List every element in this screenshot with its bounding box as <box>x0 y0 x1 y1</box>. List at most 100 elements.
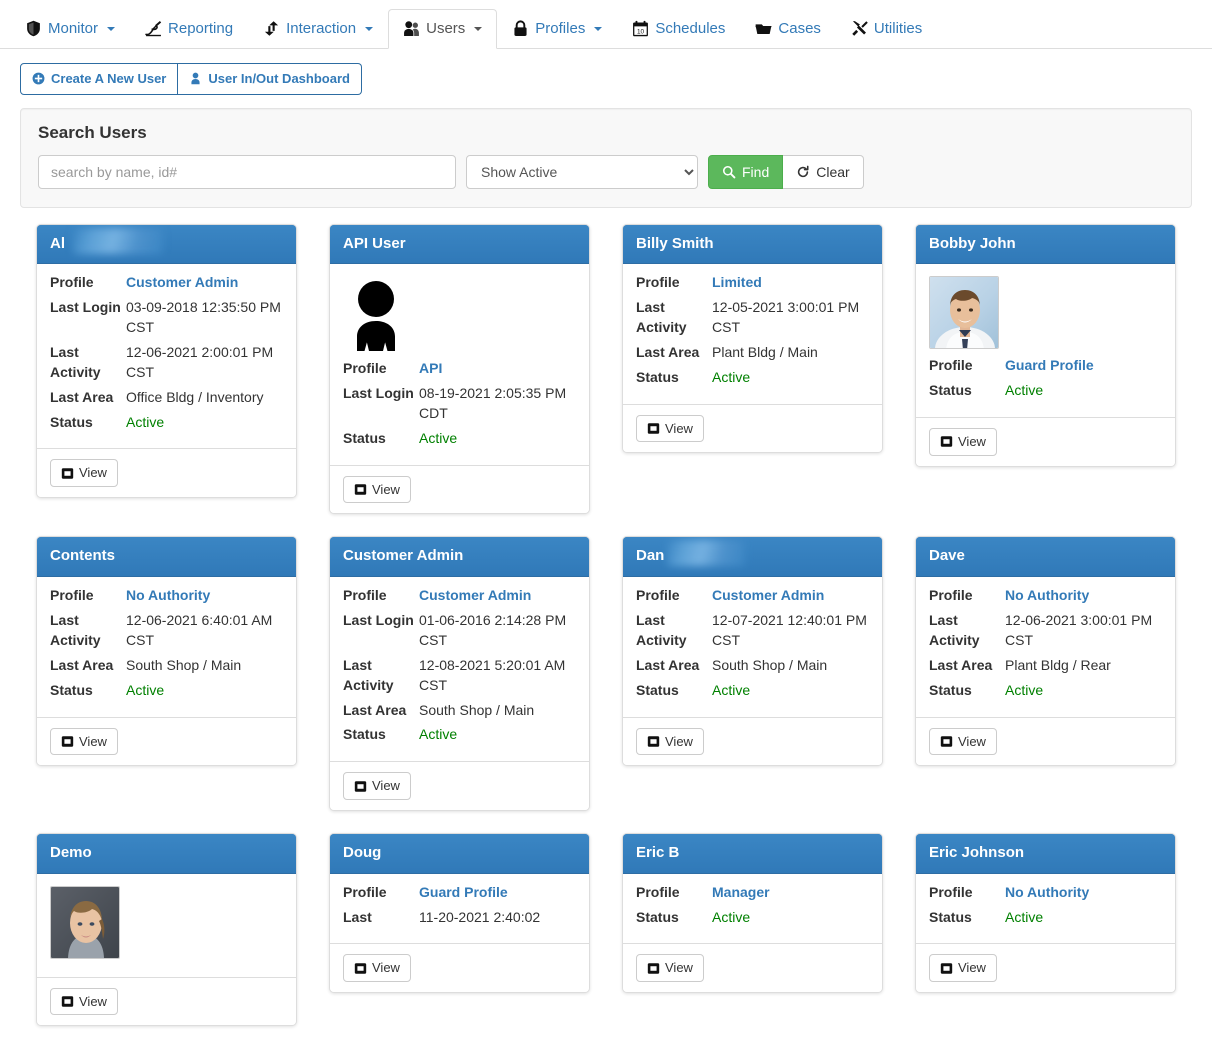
user-detail-label: Status <box>343 726 386 743</box>
search-input[interactable] <box>38 154 456 189</box>
user-card-header: API User <box>330 224 589 265</box>
user-detail-row: Profile API <box>343 359 576 379</box>
user-detail-row: Last Area South Shop / Main <box>343 701 576 721</box>
user-detail-row: Last 11-20-2021 2:40:02 <box>343 908 576 928</box>
nav-tab-reporting[interactable]: Reporting <box>130 9 248 49</box>
user-card: Bobby John Profile Guard Profile Status Acti… <box>915 223 1176 467</box>
view-button[interactable]: View <box>636 727 704 756</box>
view-button[interactable]: View <box>50 459 118 488</box>
view-button[interactable]: View <box>636 414 704 443</box>
user-detail-value: 11-20-2021 2:40:02 <box>419 908 541 925</box>
user-detail-label: Last Area <box>636 343 700 360</box>
user-detail-value: Plant Bldg / Main <box>712 343 818 360</box>
create-new-user-label: Create A New User <box>51 71 167 86</box>
view-button[interactable]: View <box>929 727 997 756</box>
user-detail-row: Last Area South Shop / Main <box>50 656 283 676</box>
user-card-header: Doug <box>330 833 589 874</box>
view-button[interactable]: View <box>50 987 118 1016</box>
profile-link[interactable]: No Authority <box>1005 883 1162 903</box>
find-clear-group: Find Clear <box>708 154 864 189</box>
user-card-body: Profile API Last Login 08-19-2021 2:05:35 P… <box>330 264 589 465</box>
user-detail-value: Office Bldg / Inventory <box>126 388 264 405</box>
user-detail-row: Status Active <box>636 908 869 928</box>
profile-link[interactable]: Customer Admin <box>126 273 283 293</box>
user-card-body: Profile Customer Admin Last Login 01-06-201… <box>330 577 589 761</box>
nav-tab-monitor[interactable]: Monitor <box>10 9 130 49</box>
user-detail-row: Status Active <box>343 725 576 745</box>
user-detail-row: Status Active <box>929 381 1162 401</box>
view-button[interactable]: View <box>343 772 411 800</box>
user-detail-row: Profile No Authority <box>929 586 1162 606</box>
user-detail-row: Status Active <box>636 368 869 388</box>
profile-link[interactable]: No Authority <box>126 586 283 606</box>
refresh-icon <box>796 165 810 179</box>
action-toolbar: Create A New User User In/Out Dashboard <box>0 49 1212 95</box>
profile-link[interactable]: Guard Profile <box>419 883 576 903</box>
view-button[interactable]: View <box>343 954 411 982</box>
user-card-header: Dan <box>623 537 882 578</box>
window-maximize-icon <box>940 435 953 448</box>
status-badge: Active <box>126 681 165 698</box>
user-detail-row: Last Activity 12-06-2021 6:40:01 AM CST <box>50 611 283 651</box>
profile-link[interactable]: Manager <box>712 883 869 903</box>
plus-circle-icon <box>32 72 45 85</box>
user-card: Contents Profile No Authority Last Activity… <box>36 536 297 767</box>
user-detail-label: Last Activity <box>929 612 980 648</box>
profile-link[interactable]: Limited <box>712 273 869 293</box>
view-button-label: View <box>665 420 693 436</box>
user-detail-label: Status <box>929 681 972 698</box>
nav-tab-profiles[interactable]: Profiles <box>497 9 617 49</box>
user-detail-row: Last Area Plant Bldg / Main <box>636 343 869 363</box>
find-button[interactable]: Find <box>708 154 784 189</box>
profile-link[interactable]: Guard Profile <box>1005 356 1162 376</box>
user-card-body: Profile No Authority Last Activity 12-06-20… <box>37 577 296 716</box>
nav-tab-schedules[interactable]: 10 Schedules <box>617 9 740 49</box>
view-button-label: View <box>958 733 986 749</box>
view-button[interactable]: View <box>343 475 411 504</box>
user-card-column: API User Profile API Last Login 08-19-2021 2… <box>313 223 606 537</box>
status-filter-select[interactable]: Show Active <box>466 154 698 189</box>
user-card-header: Dave <box>916 537 1175 578</box>
user-detail-label: Last Login <box>343 612 414 629</box>
clear-button[interactable]: Clear <box>783 154 864 189</box>
profile-link[interactable]: Customer Admin <box>712 586 869 606</box>
user-card: Eric Johnson Profile No Authority Status Act… <box>915 832 1176 993</box>
profile-link[interactable]: No Authority <box>1005 586 1162 606</box>
user-detail-label: Profile <box>929 587 973 604</box>
profile-link[interactable]: Customer Admin <box>419 586 576 606</box>
view-button-label: View <box>665 960 693 976</box>
view-button[interactable]: View <box>929 954 997 982</box>
avatar-placeholder-icon <box>343 279 409 352</box>
window-maximize-icon <box>940 735 953 748</box>
search-icon <box>722 165 736 179</box>
user-detail-row: Status Active <box>50 681 283 701</box>
exchange-icon <box>263 20 280 37</box>
status-badge: Active <box>126 413 165 430</box>
user-detail-label: Profile <box>636 587 680 604</box>
view-button-label: View <box>79 993 107 1009</box>
user-in-out-dashboard-button[interactable]: User In/Out Dashboard <box>178 63 362 95</box>
view-button[interactable]: View <box>636 954 704 982</box>
nav-tab-interaction[interactable]: Interaction <box>248 9 388 49</box>
user-card: Dave Profile No Authority Last Activity 12-0… <box>915 536 1176 767</box>
nav-tab-utilities[interactable]: Utilities <box>836 9 937 49</box>
nav-tab-cases[interactable]: Cases <box>740 9 836 49</box>
nav-tab-label: Profiles <box>535 20 586 37</box>
create-new-user-button[interactable]: Create A New User <box>20 63 179 95</box>
user-card: Doug Profile Guard Profile Last 11-20-2021 2… <box>329 832 590 993</box>
profile-link[interactable]: API <box>419 359 576 379</box>
user-in-out-dashboard-label: User In/Out Dashboard <box>208 71 350 86</box>
calendar-icon: 10 <box>632 20 649 37</box>
chevron-down-icon <box>107 27 116 31</box>
user-card-column: Dave Profile No Authority Last Activity 12-0… <box>899 536 1192 832</box>
user-detail-row: Profile No Authority <box>929 883 1162 903</box>
view-button[interactable]: View <box>50 727 118 756</box>
user-card: API User Profile API Last Login 08-19-2021 2… <box>329 223 590 515</box>
user-card-footer: View <box>37 976 296 1026</box>
user-name: Bobby John <box>929 234 1016 252</box>
user-card-header: Contents <box>37 537 296 578</box>
view-button[interactable]: View <box>929 428 997 456</box>
nav-tab-users[interactable]: Users <box>388 9 498 49</box>
user-detail-row: Last Activity 12-06-2021 3:00:01 PM CST <box>929 611 1162 651</box>
user-name: Al <box>50 234 65 252</box>
